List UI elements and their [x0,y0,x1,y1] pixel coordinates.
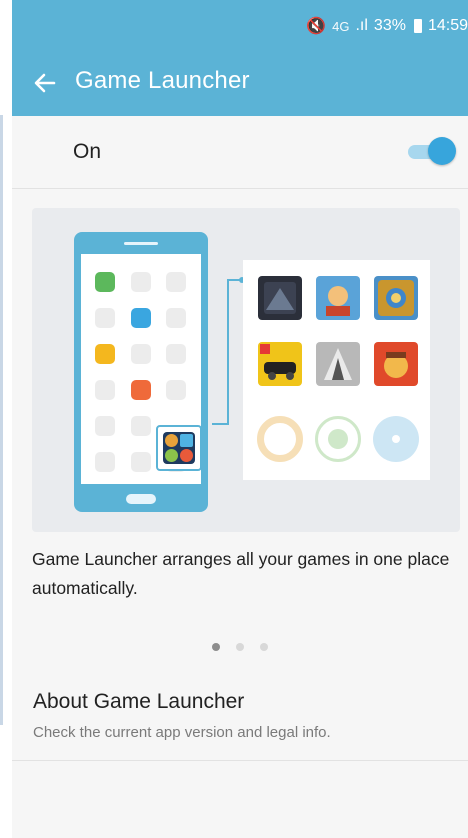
back-button[interactable] [30,68,60,98]
toggle-label: On [73,140,102,163]
app-bar: Game Launcher [12,54,468,116]
back-arrow-icon [34,73,56,93]
feature-illustration [32,208,460,532]
page-indicator [12,640,468,654]
clash-of-clans-game-icon [374,342,418,386]
left-edge-sliver [0,115,3,725]
mute-icon: 🔇 [306,18,327,35]
empty-slot-ring-orange [257,416,303,462]
signal-icon: .ıl [355,17,368,34]
hearthstone-game-icon [374,276,418,320]
switch-knob [428,137,456,165]
battery-percent: 33% [373,17,406,34]
about-title: About Game Launcher [33,690,245,713]
page-dot-active[interactable] [212,643,220,651]
page-dot[interactable] [260,643,268,651]
game-launcher-switch[interactable] [408,136,458,166]
star-wars-game-icon [258,276,302,320]
empty-slot-ring-blue [373,416,419,462]
kings-game-icon [316,276,360,320]
status-bar: 🔇 4G .ıl 33% 14:59 [12,0,468,54]
master-toggle-row[interactable]: On [12,116,468,189]
games-folder-panel [243,260,430,480]
asphalt-game-icon [258,342,302,386]
empty-slot-ring-green [315,416,361,462]
app-window: 🔇 4G .ıl 33% 14:59 Game Launcher On Game… [12,0,468,838]
clock: 14:59 [427,17,468,34]
feature-description: Game Launcher arranges all your games in… [32,549,450,598]
assassins-creed-game-icon [316,342,360,386]
page-dot[interactable] [236,643,244,651]
page-title: Game Launcher [75,67,250,94]
status-indicators: 🔇 4G .ıl 33% 14:59 [306,16,468,36]
about-subtitle: Check the current app version and legal … [33,724,331,741]
about-game-launcher-item[interactable]: About Game Launcher Check the current ap… [12,680,468,761]
battery-icon [413,19,422,33]
network-type: 4G [332,18,350,34]
